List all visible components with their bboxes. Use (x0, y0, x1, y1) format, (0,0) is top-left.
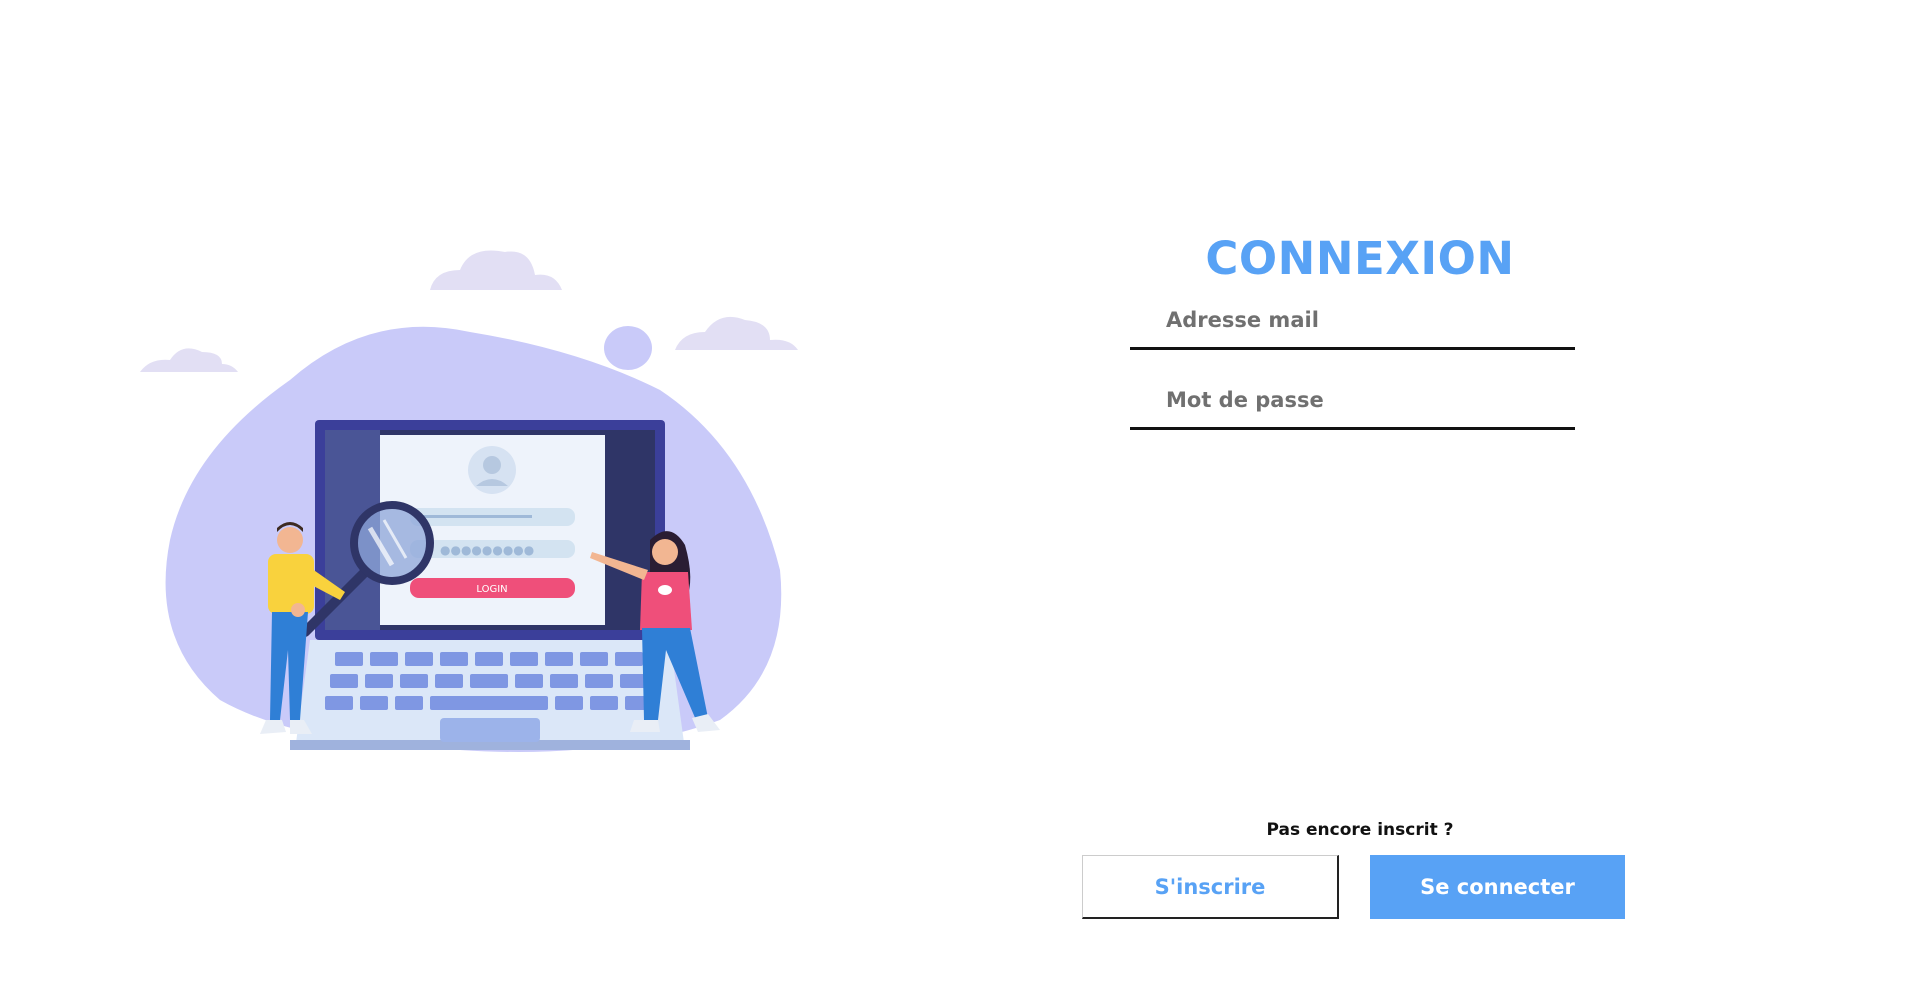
login-form-panel: CONNEXION Pas encore inscrit ? S'inscrir… (1080, 220, 1640, 940)
signup-button[interactable]: S'inscrire (1082, 855, 1339, 919)
background-bubble (604, 326, 652, 370)
login-illustration: ●●●●●●●●● LOGIN (130, 240, 810, 780)
keyboard (325, 652, 653, 710)
screen-login-button-text: LOGIN (476, 584, 507, 595)
login-button[interactable]: Se connecter (1370, 855, 1625, 919)
email-field[interactable] (1130, 292, 1575, 350)
svg-text:●●●●●●●●●: ●●●●●●●●● (440, 543, 534, 557)
page-title: CONNEXION (1205, 232, 1515, 285)
cloud-icon (140, 348, 238, 372)
password-field[interactable] (1130, 372, 1575, 430)
illustration-svg: ●●●●●●●●● LOGIN (140, 250, 798, 752)
cloud-icon (675, 316, 798, 350)
cloud-icon (430, 250, 562, 290)
laptop-trackpad (440, 718, 540, 742)
signup-prompt-text: Pas encore inscrit ? (1266, 820, 1454, 840)
